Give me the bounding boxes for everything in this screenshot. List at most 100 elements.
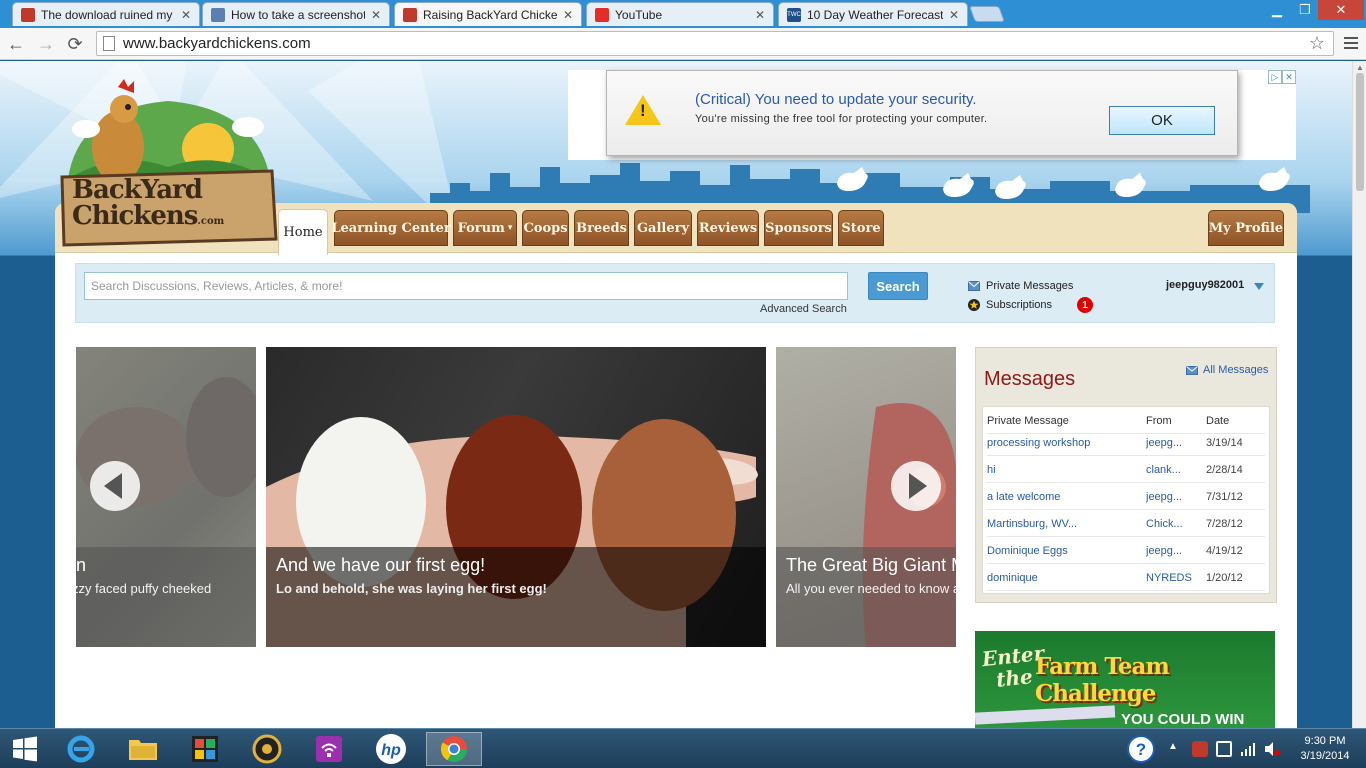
browser-tab-4[interactable]: TWC 10 Day Weather Forecast f ✕ (778, 2, 968, 26)
banner-ad[interactable]: ▷ ✕ ! (Critical) You need to update your… (568, 70, 1296, 160)
username[interactable]: jeepguy982001 (1166, 279, 1244, 291)
hp-app-icon[interactable]: hp (366, 732, 416, 766)
table-row[interactable]: a late welcome jeepg... 7/31/12 (987, 483, 1265, 510)
backyard-chickens-logo[interactable]: BackYard Chickens.com (58, 79, 278, 249)
volume-muted-icon[interactable] (1264, 741, 1280, 757)
scrollbar-thumb[interactable] (1356, 73, 1364, 191)
chrome-logo-icon (440, 736, 468, 763)
table-row[interactable]: hi clank... 2/28/14 (987, 456, 1265, 483)
battery-icon[interactable] (1216, 741, 1232, 757)
message-subject-link[interactable]: a late welcome (987, 491, 1142, 503)
network-signal-icon[interactable] (1240, 741, 1256, 757)
ok-button[interactable]: OK (1109, 106, 1215, 135)
message-subject-link[interactable]: hi (987, 464, 1142, 476)
chrome-menu-icon[interactable] (1342, 34, 1360, 54)
tab-home[interactable]: Home (278, 209, 328, 255)
browser-tab-2[interactable]: Raising BackYard Chicken ✕ (394, 2, 582, 26)
tab-sponsors[interactable]: Sponsors (764, 210, 833, 246)
page-scrollbar[interactable]: ▲ (1352, 61, 1366, 728)
message-sender-link[interactable]: Chick... (1146, 518, 1198, 530)
farm-team-challenge-ad[interactable]: Enter the Farm Team Challenge YOU COULD … (975, 631, 1275, 728)
all-messages-link[interactable]: All Messages (1186, 364, 1268, 376)
carousel-next-button[interactable] (891, 461, 941, 511)
message-subject-link[interactable]: processing workshop (987, 437, 1142, 449)
tab-title: 10 Day Weather Forecast f (807, 7, 943, 22)
carousel-prev-button[interactable] (90, 461, 140, 511)
windows-logo-icon (13, 736, 37, 762)
show-hidden-icons-icon[interactable]: ▲ (1168, 741, 1184, 757)
table-row[interactable]: Dominique Eggs jeepg... 4/19/12 (987, 537, 1265, 564)
notification-badge[interactable]: 1 (1077, 297, 1093, 313)
bookmark-star-icon[interactable]: ☆ (1309, 33, 1325, 54)
user-menu-arrow-icon[interactable] (1254, 283, 1264, 290)
ad-info-icon[interactable]: ▷ (1268, 70, 1282, 84)
advanced-search-link[interactable]: Advanced Search (760, 303, 847, 315)
security-headline: (Critical) You need to update your secur… (695, 91, 977, 108)
close-tab-icon[interactable]: ✕ (949, 8, 959, 22)
logo-line-2: Chickens (72, 201, 198, 231)
close-tab-icon[interactable]: ✕ (563, 8, 573, 22)
tab-breeds[interactable]: Breeds (574, 210, 629, 246)
restore-icon[interactable]: ❐ (1292, 0, 1318, 20)
browser-tab-0[interactable]: The download ruined my ✕ (12, 2, 200, 26)
table-row[interactable]: Martinsburg, WV... Chick... 7/28/12 (987, 510, 1265, 537)
carousel-slide-main[interactable]: And we have our first egg! Lo and behold… (266, 347, 766, 647)
table-row[interactable]: processing workshop jeepg... 3/19/14 (987, 429, 1265, 456)
tab-title: YouTube (615, 7, 663, 22)
search-button[interactable]: Search (868, 272, 928, 300)
scroll-up-icon[interactable]: ▲ (1356, 63, 1364, 72)
message-sender-link[interactable]: jeepg... (1146, 437, 1198, 449)
chicken-tray-icon[interactable] (1192, 741, 1208, 757)
close-tab-icon[interactable]: ✕ (755, 8, 765, 22)
tab-reviews[interactable]: Reviews (697, 210, 759, 246)
tab-gallery[interactable]: Gallery (634, 210, 692, 246)
browser-tab-3[interactable]: YouTube ✕ (586, 2, 774, 26)
message-date: 3/19/14 (1206, 437, 1243, 449)
help-icon[interactable]: ? (1122, 732, 1160, 766)
close-window-icon[interactable]: ✕ (1318, 0, 1364, 20)
chevron-left-icon (104, 473, 122, 499)
tab-store[interactable]: Store (838, 210, 884, 246)
message-sender-link[interactable]: jeepg... (1146, 545, 1198, 557)
fake-security-dialog[interactable]: ! (Critical) You need to update your sec… (606, 70, 1238, 156)
back-arrow-icon[interactable]: ← (4, 32, 28, 56)
message-sender-link[interactable]: jeepg... (1146, 491, 1198, 503)
private-messages-link[interactable]: Private Messages (968, 280, 1073, 292)
internet-explorer-icon[interactable] (56, 732, 106, 766)
photo-app-icon[interactable] (180, 732, 230, 766)
ad-close-icon[interactable]: ✕ (1282, 70, 1296, 84)
message-sender-link[interactable]: NYREDS (1146, 572, 1198, 584)
browser-tab-1[interactable]: How to take a screenshot ✕ (202, 2, 390, 26)
reload-icon[interactable]: ⟳ (63, 32, 87, 56)
message-subject-link[interactable]: dominique (987, 572, 1142, 584)
close-tab-icon[interactable]: ✕ (181, 8, 191, 22)
chicken-silhouette-icon (943, 173, 974, 197)
table-row[interactable]: dominique NYREDS 1/20/12 (987, 564, 1265, 591)
ad-choices[interactable]: ▷ ✕ (1268, 70, 1296, 84)
tab-forum[interactable]: Forum ▾ (453, 210, 517, 246)
forward-arrow-icon[interactable]: → (34, 32, 58, 56)
wifi-display-icon (316, 736, 342, 762)
minimize-icon[interactable]: ▁ (1262, 0, 1292, 20)
new-tab-button[interactable] (969, 6, 1005, 22)
file-explorer-icon[interactable] (118, 732, 168, 766)
search-input[interactable]: Search Discussions, Reviews, Articles, &… (84, 272, 848, 300)
subscriptions-link[interactable]: Subscriptions (968, 299, 1052, 311)
slide-caption: in zzy faced puffy cheeked (76, 547, 256, 647)
message-subject-link[interactable]: Dominique Eggs (987, 545, 1142, 557)
wireless-app-icon[interactable] (304, 732, 354, 766)
chrome-taskbar-icon[interactable] (426, 732, 482, 766)
message-sender-link[interactable]: clank... (1146, 464, 1198, 476)
tab-coops[interactable]: Coops (522, 210, 569, 246)
start-button[interactable] (0, 732, 50, 766)
media-player-icon[interactable] (242, 732, 292, 766)
system-clock[interactable]: 9:30 PM 3/19/2014 (1290, 734, 1360, 764)
ad-trailer-graphic (975, 705, 1116, 725)
ie-logo-icon (67, 735, 95, 763)
address-bar[interactable]: www.backyardchickens.com ☆ (96, 31, 1334, 56)
message-subject-link[interactable]: Martinsburg, WV... (987, 518, 1142, 530)
my-profile-button[interactable]: My Profile (1208, 210, 1284, 246)
close-tab-icon[interactable]: ✕ (371, 8, 381, 22)
messages-panel: Messages All Messages Private Message Fr… (975, 347, 1277, 603)
tab-learning-center[interactable]: Learning Center (331, 210, 451, 246)
